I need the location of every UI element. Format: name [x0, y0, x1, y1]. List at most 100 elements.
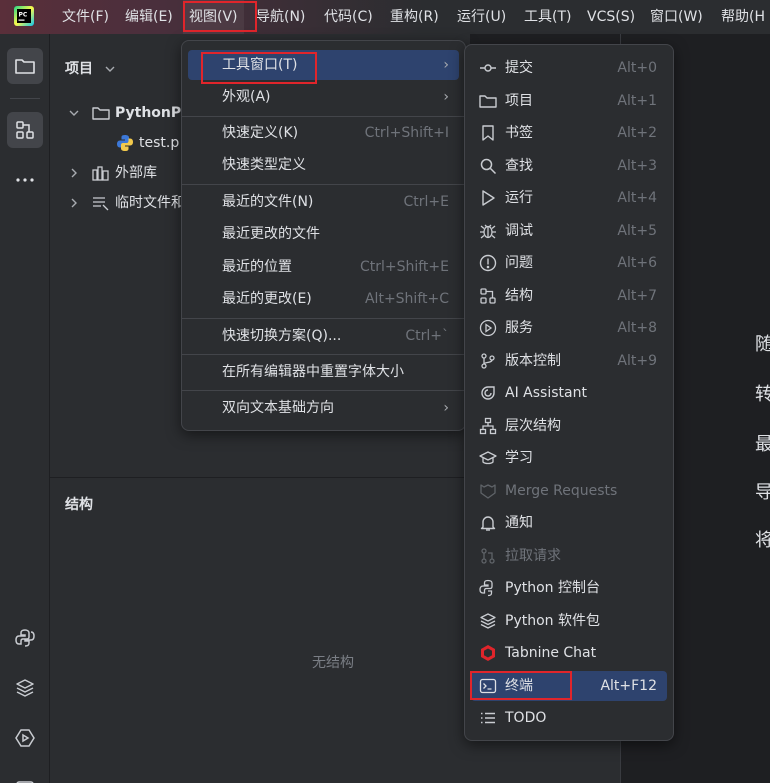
menu-item-label: 服务: [505, 320, 533, 336]
menu-item-run[interactable]: 运行 Alt+4: [471, 183, 667, 213]
menu-item-hierarchy[interactable]: 层次结构: [471, 411, 667, 441]
menu-edit[interactable]: 编辑(E): [125, 0, 173, 34]
menu-help[interactable]: 帮助(H: [721, 0, 765, 34]
menu-item-tool-windows[interactable]: 工具窗口(T) ›: [188, 50, 459, 80]
menu-item-shortcut: Alt+8: [617, 320, 657, 336]
menu-run[interactable]: 运行(U): [457, 0, 506, 34]
menu-separator: [182, 354, 465, 355]
terminal-icon: [479, 677, 497, 695]
menu-item-project[interactable]: 项目 Alt+1: [471, 86, 667, 116]
menu-file[interactable]: 文件(F): [62, 0, 109, 34]
menu-item-appearance[interactable]: 外观(A) ›: [188, 82, 459, 112]
tree-row-scratches[interactable]: 临时文件和: [68, 191, 185, 215]
menu-item-merge-requests[interactable]: Merge Requests: [471, 476, 667, 506]
menu-item-bidi-text-direction[interactable]: 双向文本基础方向 ›: [188, 393, 459, 423]
menu-item-recent-changes[interactable]: 最近的更改(E) Alt+Shift+C: [188, 284, 459, 314]
todo-icon: [479, 709, 497, 727]
tree-row-external-libs[interactable]: 外部库: [68, 161, 157, 185]
menu-item-ai-assistant[interactable]: AI Assistant: [471, 378, 667, 408]
terminal-tool-button[interactable]: [7, 770, 43, 783]
menu-item-label: 层次结构: [505, 418, 561, 434]
menu-item-label: 提交: [505, 60, 533, 76]
hierarchy-icon: [479, 417, 497, 435]
project-panel-header[interactable]: 项目: [65, 58, 116, 78]
menu-item-terminal[interactable]: 终端 Alt+F12: [471, 671, 667, 701]
svg-text:PC: PC: [19, 12, 28, 19]
python-icon: [14, 627, 36, 649]
menu-item-python-packages[interactable]: Python 软件包: [471, 606, 667, 636]
menu-item-python-console[interactable]: Python 控制台: [471, 573, 667, 603]
menu-item-recent-locations[interactable]: 最近的位置 Ctrl+Shift+E: [188, 252, 459, 282]
python-file-icon: [116, 134, 134, 152]
menu-item-todo[interactable]: TODO: [471, 703, 667, 733]
menu-item-quick-definition[interactable]: 快速定义(K) Ctrl+Shift+I: [188, 118, 459, 148]
menu-item-shortcut: Alt+Shift+C: [364, 291, 449, 307]
menu-item-find[interactable]: 查找 Alt+3: [471, 151, 667, 181]
structure-tool-button[interactable]: [7, 112, 43, 148]
menu-vcs[interactable]: VCS(S): [587, 0, 635, 34]
menu-item-label: 最近的位置: [222, 259, 292, 275]
menu-refactor[interactable]: 重构(R): [390, 0, 439, 34]
structure-icon: [14, 119, 36, 141]
menu-item-commit[interactable]: 提交 Alt+0: [471, 53, 667, 83]
menu-item-recently-changed-files[interactable]: 最近更改的文件: [188, 219, 459, 249]
menu-item-learn[interactable]: 学习: [471, 443, 667, 473]
menu-item-tabnine-chat[interactable]: Tabnine Chat: [471, 638, 667, 668]
menu-item-quick-type-definition[interactable]: 快速类型定义: [188, 150, 459, 180]
editor-hint: 导: [755, 482, 770, 503]
chevron-right-icon: ›: [443, 400, 449, 416]
terminal-icon: [14, 777, 36, 783]
python-console-tool-button[interactable]: [7, 620, 43, 656]
tree-scratches: 临时文件和: [115, 195, 185, 211]
menu-item-label: 调试: [505, 223, 533, 239]
menu-item-label: AI Assistant: [505, 385, 587, 401]
menu-item-services[interactable]: 服务 Alt+8: [471, 313, 667, 343]
menu-item-shortcut: Ctrl+E: [403, 194, 450, 210]
menu-item-label: 结构: [505, 288, 533, 304]
menu-separator: [182, 184, 465, 185]
layers-icon: [14, 677, 36, 699]
chevron-down-icon: [104, 63, 116, 75]
chevron-right-icon[interactable]: [68, 167, 84, 179]
menu-separator: [182, 390, 465, 391]
menu-item-pull-requests[interactable]: 拉取请求: [471, 541, 667, 571]
menu-item-label: 快速定义(K): [222, 125, 299, 141]
menu-item-shortcut: Alt+4: [617, 190, 657, 206]
pycharm-logo-icon[interactable]: PC: [14, 6, 34, 26]
structure-empty-message: 无结构: [312, 655, 354, 671]
tree-row-project[interactable]: PythonP: [68, 101, 181, 125]
services-tool-button[interactable]: [7, 720, 43, 756]
menu-code[interactable]: 代码(C): [324, 0, 373, 34]
editor-hint: 最: [755, 434, 770, 455]
menu-item-recent-files[interactable]: 最近的文件(N) Ctrl+E: [188, 187, 459, 217]
project-tool-button[interactable]: [7, 48, 43, 84]
menu-item-structure[interactable]: 结构 Alt+7: [471, 281, 667, 311]
menu-window[interactable]: 窗口(W): [650, 0, 703, 34]
tree-row-file[interactable]: test.p: [116, 131, 179, 155]
chevron-right-icon[interactable]: [68, 197, 84, 209]
menu-tools[interactable]: 工具(T): [524, 0, 571, 34]
menu-item-shortcut: Ctrl+Shift+E: [359, 259, 449, 275]
menu-item-label: 问题: [505, 255, 533, 271]
menu-item-version-control[interactable]: 版本控制 Alt+9: [471, 346, 667, 376]
menu-item-shortcut: Alt+9: [617, 353, 657, 369]
menu-item-quick-switch-scheme[interactable]: 快速切换方案(Q)... Ctrl+`: [188, 321, 459, 351]
menu-item-label: 快速切换方案(Q)...: [222, 328, 342, 344]
menu-view[interactable]: 视图(V): [183, 0, 244, 34]
services-icon: [14, 727, 36, 749]
menu-item-label: 版本控制: [505, 353, 561, 369]
python-packages-tool-button[interactable]: [7, 670, 43, 706]
python-console-icon: [479, 579, 497, 597]
menu-item-notifications[interactable]: 通知: [471, 508, 667, 538]
chevron-down-icon[interactable]: [68, 107, 84, 119]
more-tools-button[interactable]: [7, 162, 43, 198]
menu-item-debug[interactable]: 调试 Alt+5: [471, 216, 667, 246]
menu-bar: PC 文件(F) 编辑(E) 视图(V) 导航(N) 代码(C) 重构(R) 运…: [0, 0, 770, 34]
bookmark-icon: [479, 124, 497, 142]
menu-item-bookmarks[interactable]: 书签 Alt+2: [471, 118, 667, 148]
tool-windows-submenu: 提交 Alt+0 项目 Alt+1 书签 Alt+2 查找 Alt+3 运行 A…: [464, 44, 674, 741]
editor-hint: 将: [755, 530, 770, 551]
menu-item-problems[interactable]: 问题 Alt+6: [471, 248, 667, 278]
menu-item-reset-font-size[interactable]: 在所有编辑器中重置字体大小: [188, 357, 459, 387]
menu-navigate[interactable]: 导航(N): [256, 0, 305, 34]
